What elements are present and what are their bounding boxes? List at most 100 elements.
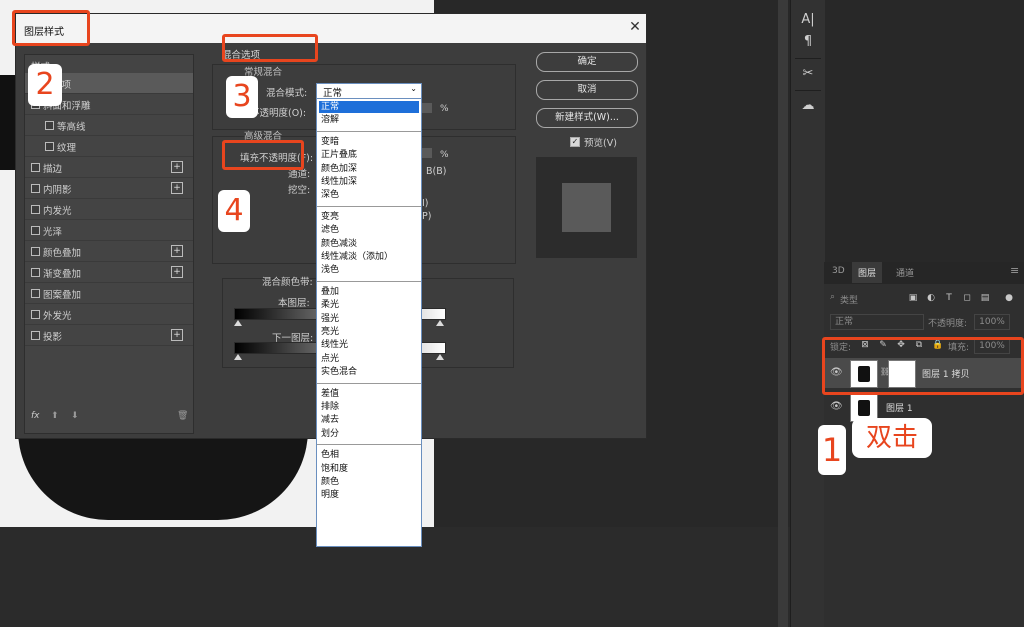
below-layer-white-slider[interactable] xyxy=(436,354,444,360)
pixel-filter-icon[interactable]: ▣ xyxy=(908,293,918,303)
blend-mode-option[interactable]: 差值 xyxy=(319,388,419,400)
style-checkbox[interactable] xyxy=(31,226,40,235)
tab-layers[interactable]: 图层 xyxy=(852,262,883,283)
layer-opacity-field[interactable]: 100% xyxy=(974,314,1010,330)
blend-mode-option-label: 点光 xyxy=(321,353,340,364)
paragraph-icon[interactable]: ¶ xyxy=(797,32,819,52)
blend-mode-option[interactable]: 强光 xyxy=(319,313,419,325)
ok-button[interactable]: 确定 xyxy=(536,52,638,72)
style-item[interactable]: 渐变叠加 + xyxy=(25,262,193,283)
style-checkbox[interactable] xyxy=(31,163,40,172)
move-down-icon[interactable]: ⬇ xyxy=(71,411,79,421)
text-tool-icon[interactable]: A| xyxy=(797,10,819,30)
add-style-plus-icon[interactable]: + xyxy=(171,329,183,341)
blend-mode-option[interactable]: 变亮 xyxy=(319,211,419,223)
blend-mode-option-label: 叠加 xyxy=(321,286,340,297)
blend-clipped-option[interactable]: P) xyxy=(422,211,431,222)
cancel-button[interactable]: 取消 xyxy=(536,80,638,100)
blend-mode-option[interactable]: 线性光 xyxy=(319,339,419,351)
style-item[interactable]: 描边 + xyxy=(25,157,193,178)
style-item[interactable]: 内阴影 + xyxy=(25,178,193,199)
new-style-button[interactable]: 新建样式(W)... xyxy=(536,108,638,128)
below-layer-black-slider[interactable] xyxy=(234,354,242,360)
blend-mode-option[interactable]: 实色混合 xyxy=(319,366,419,378)
style-item[interactable]: 内发光 xyxy=(25,199,193,220)
opacity-label: 不透明度(O): xyxy=(250,108,307,119)
style-item-label: 渐变叠加 xyxy=(43,269,82,280)
style-item[interactable]: 颜色叠加 + xyxy=(25,241,193,262)
blend-mode-option[interactable]: 正常 xyxy=(319,101,419,113)
layer-name[interactable]: 图层 1 xyxy=(886,401,913,414)
style-checkbox[interactable] xyxy=(31,268,40,277)
libraries-icon[interactable]: ☁ xyxy=(797,96,819,116)
style-item[interactable]: 外发光 xyxy=(25,304,193,325)
channel-b-checkbox[interactable]: B(B) xyxy=(426,166,446,177)
type-filter-icon[interactable]: T xyxy=(944,293,954,303)
blend-interior-option[interactable]: I) xyxy=(422,198,429,209)
blend-mode-option[interactable]: 减去 xyxy=(319,414,419,426)
style-item[interactable]: 投影 + xyxy=(25,325,193,346)
dialog-titlebar[interactable] xyxy=(16,14,646,43)
style-checkbox[interactable] xyxy=(31,184,40,193)
preview-checkbox[interactable]: ✓ xyxy=(570,137,580,147)
blend-mode-option[interactable]: 颜色 xyxy=(319,476,419,488)
trash-icon[interactable]: 🗑 xyxy=(177,411,188,421)
move-up-icon[interactable]: ⬆ xyxy=(51,411,59,421)
blend-mode-option[interactable]: 深色 xyxy=(319,189,419,201)
style-checkbox[interactable] xyxy=(45,121,54,130)
blend-mode-option[interactable]: 颜色减淡 xyxy=(319,238,419,250)
blend-mode-option[interactable]: 浅色 xyxy=(319,264,419,276)
style-item[interactable]: 等高线 xyxy=(25,115,193,136)
style-checkbox[interactable] xyxy=(31,331,40,340)
blend-mode-option[interactable]: 明度 xyxy=(319,489,419,501)
tab-3d[interactable]: 3D xyxy=(832,266,845,276)
style-checkbox[interactable] xyxy=(31,247,40,256)
adjustment-filter-icon[interactable]: ◐ xyxy=(926,293,936,303)
tools-icon[interactable]: ✂ xyxy=(797,64,819,84)
style-checkbox[interactable] xyxy=(31,289,40,298)
workspace-scrollbar[interactable] xyxy=(778,0,788,627)
chevron-down-icon: ⌄ xyxy=(410,84,417,93)
blend-mode-option[interactable]: 饱和度 xyxy=(319,463,419,475)
style-item-label: 外发光 xyxy=(43,311,72,322)
blend-mode-option[interactable]: 亮光 xyxy=(319,326,419,338)
this-layer-white-slider[interactable] xyxy=(436,320,444,326)
blend-mode-option[interactable]: 叠加 xyxy=(319,286,419,298)
add-style-plus-icon[interactable]: + xyxy=(171,266,183,278)
filter-toggle-icon[interactable]: ● xyxy=(1004,293,1014,303)
panel-menu-icon[interactable]: ≡ xyxy=(1010,264,1019,277)
add-style-plus-icon[interactable]: + xyxy=(171,245,183,257)
blend-mode-option[interactable]: 色相 xyxy=(319,449,419,461)
blend-mode-option[interactable]: 滤色 xyxy=(319,224,419,236)
blend-mode-option[interactable]: 变暗 xyxy=(319,136,419,148)
annotation-box-layer xyxy=(822,337,1024,395)
smart-object-filter-icon[interactable]: ▤ xyxy=(980,293,990,303)
blend-mode-option[interactable]: 线性加深 xyxy=(319,176,419,188)
this-layer-black-slider[interactable] xyxy=(234,320,242,326)
blend-mode-option[interactable]: 线性减淡（添加） xyxy=(319,251,419,263)
blend-mode-option[interactable]: 排除 xyxy=(319,401,419,413)
style-item[interactable]: 光泽 xyxy=(25,220,193,241)
blend-mode-option[interactable]: 划分 xyxy=(319,428,419,440)
style-item[interactable]: 图案叠加 xyxy=(25,283,193,304)
style-checkbox[interactable] xyxy=(31,310,40,319)
style-checkbox[interactable] xyxy=(45,142,54,151)
blend-mode-select[interactable]: 正常 ⌄ xyxy=(316,83,422,99)
shape-filter-icon[interactable]: ◻ xyxy=(962,293,972,303)
close-icon[interactable]: ✕ xyxy=(628,19,642,35)
fx-icon[interactable]: fx xyxy=(31,411,40,421)
style-item-label: 颜色叠加 xyxy=(43,248,82,259)
style-checkbox[interactable] xyxy=(31,205,40,214)
blend-mode-option[interactable]: 正片叠底 xyxy=(319,149,419,161)
blend-mode-option[interactable]: 柔光 xyxy=(319,299,419,311)
style-item[interactable]: 纹理 xyxy=(25,136,193,157)
visibility-eye-icon[interactable]: 👁 xyxy=(830,401,844,413)
blend-mode-option[interactable]: 颜色加深 xyxy=(319,163,419,175)
filter-type-select[interactable]: 类型 xyxy=(840,293,858,306)
add-style-plus-icon[interactable]: + xyxy=(171,182,183,194)
tab-channels[interactable]: 通道 xyxy=(896,266,914,279)
blend-mode-option[interactable]: 点光 xyxy=(319,353,419,365)
add-style-plus-icon[interactable]: + xyxy=(171,161,183,173)
layer-blend-mode-select[interactable]: 正常 xyxy=(830,314,924,330)
blend-mode-option[interactable]: 溶解 xyxy=(319,114,419,126)
